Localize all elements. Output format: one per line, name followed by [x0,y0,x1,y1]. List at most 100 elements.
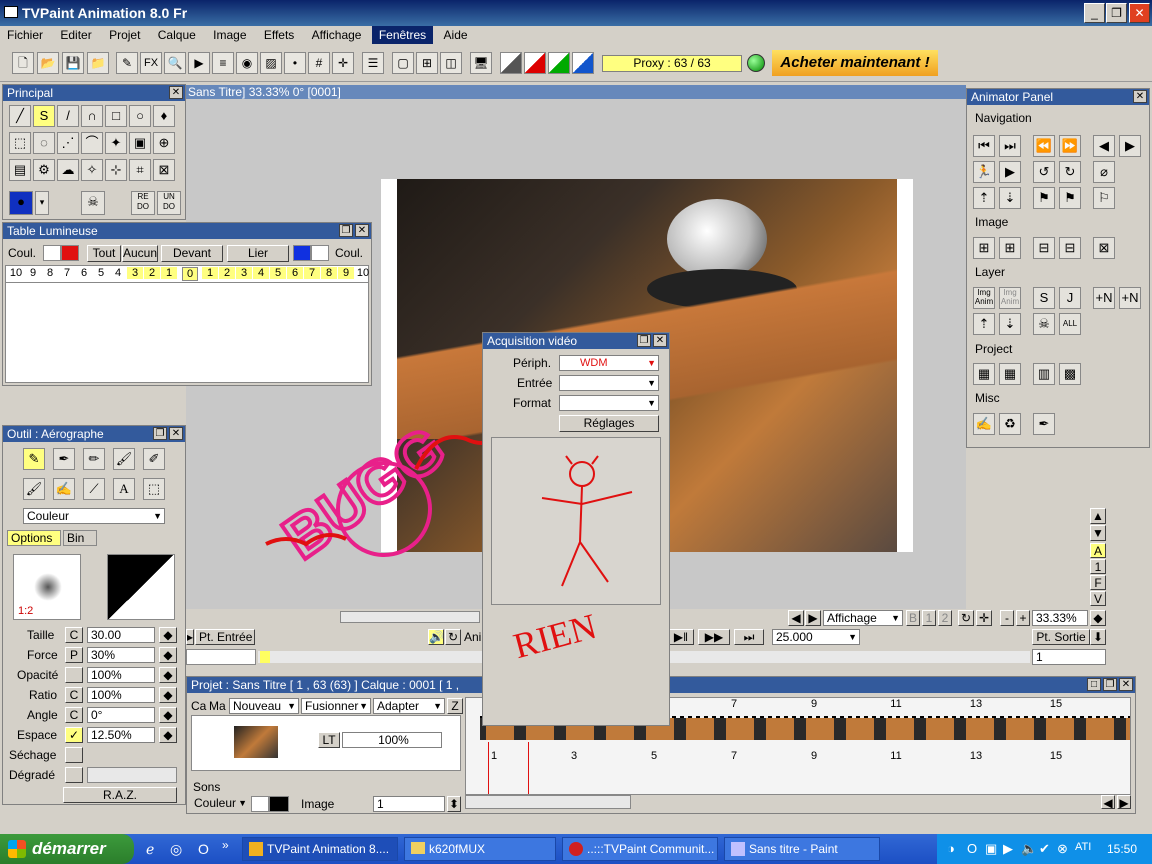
tab-bin[interactable]: Bin [63,530,97,546]
select-curve-icon[interactable]: ⌒ [81,132,103,154]
taille-stepper[interactable]: ◆ [159,627,177,643]
color-blue-icon[interactable] [572,52,594,74]
coul-right-white[interactable] [311,245,329,261]
layer-j-icon[interactable]: J [1059,287,1081,309]
sound-icon[interactable]: 🔊 [428,629,444,645]
lb-left-7[interactable]: 7 [59,267,75,279]
stack-icon[interactable]: ☰ [362,52,384,74]
animator-close-icon[interactable]: ✕ [1133,90,1147,103]
close-button[interactable]: ✕ [1129,3,1150,23]
scroll-down-icon[interactable]: ▼ [1090,525,1106,541]
side-1-button[interactable]: 1 [1090,559,1106,574]
skull-icon[interactable]: ☠ [81,191,105,215]
coul-left-white[interactable] [43,245,61,261]
view-1-button[interactable]: 1 [922,610,936,626]
taille-flag[interactable]: C [65,627,83,643]
tray-volume-icon[interactable]: 🔈 [1021,841,1037,857]
onion-icon[interactable]: ⌀ [1093,161,1115,183]
nouveau-select[interactable]: Nouveau [229,698,299,714]
img-add-right-icon[interactable]: ⊞ [999,237,1021,259]
step-forward-icon[interactable]: ▶ [1119,135,1141,157]
layer-opacity-field[interactable]: 100% [342,732,442,748]
angle-flag[interactable]: C [65,707,83,723]
devant-button[interactable]: Devant [161,245,223,262]
zoom-in-button[interactable]: + [1016,610,1030,626]
lb-center-0[interactable]: 0 [182,267,198,281]
frame-field[interactable]: 1 [1032,649,1106,665]
select-line-icon[interactable]: ⋰ [57,132,79,154]
quicklaunch-opera-icon[interactable]: O [198,841,209,857]
end-icon[interactable]: ⏭ [734,629,764,645]
magic-wand-icon[interactable]: ✧ [81,159,103,181]
eraser-pen-icon[interactable]: 🖌 [113,448,135,470]
transform-icon[interactable]: ⊹ [105,159,127,181]
layer-delete-icon[interactable]: ☠ [1033,313,1055,335]
z-button[interactable]: Z [447,698,463,714]
timeline-min-icon[interactable]: □ [1087,678,1101,691]
in-marker[interactable] [488,742,489,794]
menu-projet[interactable]: Projet [102,26,147,44]
acquisition-restore-icon[interactable]: ❐ [637,334,651,347]
grid-icon[interactable]: # [308,52,330,74]
timeline-restore-icon[interactable]: ❐ [1103,678,1117,691]
tout-button[interactable]: Tout [87,245,121,262]
lb-right-2[interactable]: 2 [219,267,235,279]
fx-button[interactable]: FX [140,52,162,74]
tool-restore-icon[interactable]: ❐ [153,427,167,440]
last-frame-icon[interactable]: ⏭ [999,135,1021,157]
blob-icon[interactable]: ☁ [57,159,79,181]
next-key-icon[interactable]: ⏩ [1059,135,1081,157]
light-icon[interactable]: • [284,52,306,74]
misc-paint-icon[interactable]: ✍ [973,413,995,435]
fill-icon[interactable]: ♦ [153,105,175,127]
img-anim-button[interactable]: Img Anim [973,287,995,309]
lightbox-restore-icon[interactable]: ❐ [339,224,353,237]
current-marker[interactable] [528,742,529,794]
undo-button[interactable]: UN DO [157,191,181,215]
color-options-icon[interactable]: ▾ [35,191,49,215]
menu-fenetres[interactable]: Fenêtres [371,26,434,44]
entree-select[interactable] [559,375,659,391]
opacite-flag[interactable] [65,667,83,683]
cog-icon[interactable]: ⚙ [33,159,55,181]
frame-down-icon[interactable]: ⇣ [999,187,1021,209]
fusionner-select[interactable]: Fusionner [301,698,371,714]
espace-stepper[interactable]: ◆ [159,727,177,743]
angle-field[interactable]: 0° [87,707,155,723]
tray-security-icon[interactable]: ⊗ [1057,841,1068,857]
couleur-select[interactable]: Couleur [191,796,249,812]
view-b-button[interactable]: B [906,610,920,626]
img-anim-button-2[interactable]: Img Anim [999,287,1021,309]
scroll-up-icon[interactable]: ▲ [1090,508,1106,524]
select-s-icon[interactable]: ⬚ [9,132,31,154]
select-zoom-icon[interactable]: ⊕ [153,132,175,154]
tray-display-icon[interactable]: ▣ [985,841,997,857]
zoom-stepper[interactable]: ◆ [1090,610,1106,626]
warp-icon[interactable]: ⊠ [153,159,175,181]
step-back-icon[interactable]: ◀ [1093,135,1115,157]
lb-right-6[interactable]: 6 [287,267,303,279]
folder-icon[interactable]: 📁 [87,52,109,74]
lb-left-3[interactable]: 3 [127,267,143,279]
lb-left-10[interactable]: 10 [8,267,24,279]
acquisition-close-icon[interactable]: ✕ [653,334,667,347]
view-grid-icon[interactable]: ⊞ [416,52,438,74]
center-icon[interactable]: ✛ [976,610,992,626]
layer-all-button[interactable]: ALL [1059,313,1081,335]
frame-up-icon[interactable]: ⇡ [973,187,995,209]
pt-entree-arrow[interactable]: ▸ [186,629,194,645]
flag-left-icon[interactable]: ⚑ [1033,187,1055,209]
format-select[interactable] [559,395,659,411]
timeline-scroll-right[interactable]: ▶ [1117,795,1131,810]
lb-left-4[interactable]: 4 [110,267,126,279]
sechage-flag[interactable] [65,747,83,763]
task-community[interactable]: ..:::TVPaint Communit... [562,837,718,861]
buy-now-button[interactable]: Acheter maintenant ! [772,50,938,76]
color-red-icon[interactable] [524,52,546,74]
adapter-select[interactable]: Adapter [373,698,445,714]
task-tvpaint[interactable]: TVPaint Animation 8.... [242,837,398,861]
freehand-s-icon[interactable]: S [33,105,55,127]
freehand-line-icon[interactable]: ╱ [9,105,31,127]
minimize-button[interactable]: _ [1084,3,1105,23]
lb-left-8[interactable]: 8 [42,267,58,279]
